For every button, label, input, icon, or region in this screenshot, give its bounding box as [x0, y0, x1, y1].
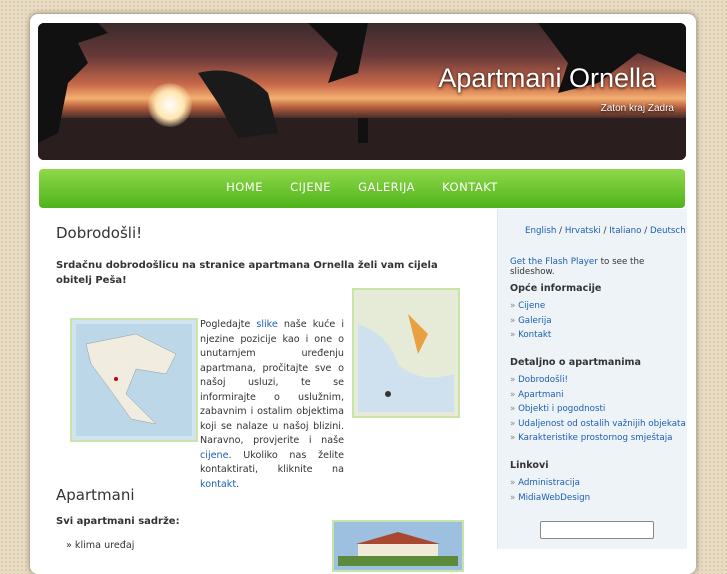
nav-kontakt[interactable]: KONTAKT	[442, 169, 498, 205]
section-title-linkovi: Linkovi	[510, 460, 549, 471]
main-content: Dobrodošli! Srdačnu dobrodošlicu na stra…	[56, 224, 464, 572]
croatia-map-image[interactable]	[70, 318, 198, 442]
header-banner: Apartmani Ornella Zaton kraj Zadra	[38, 23, 686, 160]
intro-text: Srdačnu dobrodošlicu na stranice apartma…	[56, 260, 438, 286]
link-kontakt[interactable]: kontakt	[200, 479, 236, 490]
language-links: English / Hrvatski / Italiano / Deutsch	[525, 226, 686, 236]
lang-italiano[interactable]: Italiano	[609, 226, 641, 236]
page-title: Dobrodošli!	[56, 224, 143, 242]
apartmani-heading: Apartmani	[56, 486, 135, 504]
flash-notice: Get the Flash Player to see the slidesho…	[510, 257, 645, 277]
house-photo[interactable]	[332, 520, 464, 572]
section-list-linkovi: Administracija MidiaWebDesign	[510, 478, 590, 507]
sun-graphic	[148, 83, 192, 127]
apartmani-subheading: Svi apartmani sadrže:	[56, 516, 180, 527]
search-input[interactable]	[540, 521, 654, 539]
page-container: Apartmani Ornella Zaton kraj Zadra HOME …	[30, 14, 696, 574]
section-list-detaljno: Dobrodošli! Apartmani Objekti i pogodnos…	[510, 375, 686, 448]
section-title-opce: Opće informacije	[510, 283, 602, 294]
sidebar-item-midiawebdesign[interactable]: MidiaWebDesign	[510, 493, 590, 508]
section-title-detaljno: Detaljno o apartmanima	[510, 357, 641, 368]
list-item: » klima uređaj	[66, 540, 135, 551]
welcome-paragraph: Pogledajte slike naše kuće i njezine poz…	[200, 319, 344, 490]
site-title: Apartmani Ornella	[438, 63, 656, 93]
sidebar-item-apartmani[interactable]: Apartmani	[510, 390, 686, 405]
section-list-opce: Cijene Galerija Kontakt	[510, 301, 552, 345]
lang-hrvatski[interactable]: Hrvatski	[565, 226, 601, 236]
sidebar-item-objekti[interactable]: Objekti i pogodnosti	[510, 404, 686, 419]
site-subtitle: Zaton kraj Zadra	[600, 103, 674, 114]
nav-home[interactable]: HOME	[226, 169, 263, 205]
flash-player-link[interactable]: Get the Flash Player	[510, 257, 598, 267]
sidebar-item-kontakt[interactable]: Kontakt	[510, 330, 552, 345]
nav-cijene[interactable]: CIJENE	[290, 169, 331, 205]
sidebar-item-cijene[interactable]: Cijene	[510, 301, 552, 316]
sidebar-item-udaljenost[interactable]: Udaljenost od ostalih važnijih objekata	[510, 419, 686, 434]
lang-deutsch[interactable]: Deutsch	[650, 226, 686, 236]
area-map-image[interactable]	[352, 288, 460, 418]
link-slike[interactable]: slike	[256, 319, 277, 330]
link-cijene[interactable]: cijene	[200, 450, 229, 461]
sidebar-item-administracija[interactable]: Administracija	[510, 478, 590, 493]
sidebar-item-galerija[interactable]: Galerija	[510, 316, 552, 331]
lang-english[interactable]: English	[525, 226, 556, 236]
main-nav: HOME CIJENE GALERIJA KONTAKT	[39, 169, 685, 208]
nav-galerija[interactable]: GALERIJA	[358, 169, 415, 205]
sidebar: English / Hrvatski / Italiano / Deutsch …	[497, 209, 687, 549]
sidebar-item-karakteristike[interactable]: Karakteristike prostornog smještaja	[510, 433, 686, 448]
sidebar-item-dobrodosli[interactable]: Dobrodošli!	[510, 375, 686, 390]
